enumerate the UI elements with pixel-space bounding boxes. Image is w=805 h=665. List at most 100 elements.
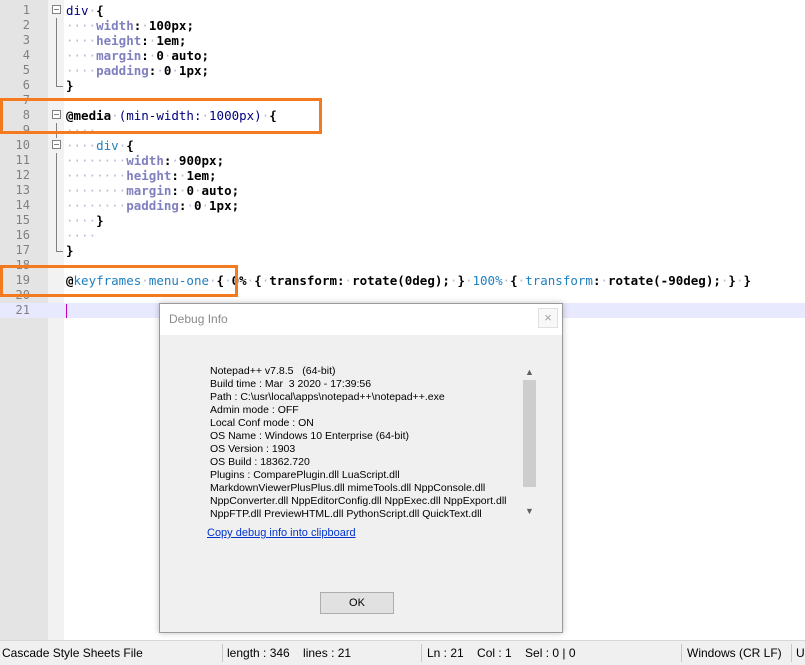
code-token: ; (231, 198, 240, 213)
line-number: 11 (15, 153, 30, 167)
fold-guide (56, 33, 57, 48)
code-token: } (457, 273, 465, 288)
code-text[interactable]: ········height:·1em; (66, 168, 217, 183)
code-text[interactable]: ········width:·900px; (66, 153, 224, 168)
code-token: 100px (148, 18, 187, 33)
code-text[interactable]: ········padding:·0·1px; (66, 198, 239, 213)
debug-info-text-box[interactable]: Notepad++ v7.8.5 (64-bit) Build time : M… (203, 362, 539, 522)
dialog-title: Debug Info (169, 312, 228, 326)
fold-toggle-icon[interactable] (52, 140, 61, 149)
line-number: 14 (15, 198, 30, 212)
fold-guide (56, 228, 57, 243)
code-token: 0 (156, 48, 164, 63)
code-line[interactable]: 1 div·{ (0, 3, 805, 18)
code-text[interactable]: ····} (66, 213, 104, 228)
code-text[interactable]: ····margin:·0·auto; (66, 48, 209, 63)
code-token: padding (126, 198, 179, 213)
status-eol[interactable]: Windows (CR LF) (687, 646, 782, 660)
line-number: 1 (22, 3, 30, 17)
line-number: 12 (15, 168, 30, 182)
scroll-up-icon[interactable]: ▲ (521, 365, 538, 379)
copy-to-clipboard-link[interactable]: Copy debug info into clipboard (207, 527, 356, 539)
status-separator (681, 644, 682, 662)
code-token: · (88, 3, 97, 18)
code-token: ; (209, 168, 217, 183)
code-token: ········ (66, 168, 127, 183)
dialog-titlebar[interactable]: Debug Info × (160, 304, 562, 335)
fold-guide (56, 168, 57, 183)
code-line[interactable]: 13 ········margin:·0·auto; (0, 183, 805, 198)
code-line[interactable]: 14 ········padding:·0·1px; (0, 198, 805, 213)
code-text[interactable]: div·{ (66, 3, 104, 18)
code-line[interactable]: 16 ···· (0, 228, 805, 243)
code-text[interactable]: ········margin:·0·auto; (66, 183, 239, 198)
code-token: } (96, 213, 104, 228)
code-line[interactable]: 10 ····div·{ (0, 138, 805, 153)
code-token: auto (171, 48, 202, 63)
code-token: · (502, 273, 511, 288)
code-line[interactable]: 15 ····} (0, 213, 805, 228)
code-line[interactable]: 17} (0, 243, 805, 258)
code-token: · (171, 153, 179, 168)
status-language: Cascade Style Sheets File (2, 646, 143, 660)
code-token: } (66, 243, 74, 258)
fold-toggle-icon[interactable] (52, 5, 61, 14)
code-token: { (254, 273, 262, 288)
ok-button[interactable]: OK (320, 592, 394, 614)
code-token: { (510, 273, 518, 288)
close-icon[interactable]: × (538, 308, 558, 328)
code-token: padding (96, 63, 149, 78)
text-caret (66, 304, 67, 318)
code-token: ···· (66, 213, 97, 228)
code-text[interactable]: ····div·{ (66, 138, 134, 153)
code-line[interactable]: 5 ····padding:·0·1px; (0, 63, 805, 78)
code-line[interactable]: 3 ····height:·1em; (0, 33, 805, 48)
info-scrollbar[interactable]: ▲ ▼ (521, 362, 538, 522)
status-bar: Cascade Style Sheets File length : 346 l… (0, 640, 805, 665)
line-number: 6 (22, 78, 30, 92)
code-line[interactable]: 6} (0, 78, 805, 93)
code-token: } (743, 273, 752, 288)
line-number: 13 (15, 183, 30, 197)
highlight-box-keyframes (0, 265, 238, 297)
code-token: : (171, 168, 179, 183)
code-token: div (66, 3, 89, 18)
fold-guide (56, 48, 57, 63)
code-token: ; (201, 63, 210, 78)
code-token: ; (713, 273, 721, 288)
code-token: · (344, 273, 353, 288)
code-token: 1px (209, 198, 232, 213)
status-encoding[interactable]: U (796, 646, 805, 660)
scroll-down-icon[interactable]: ▼ (521, 504, 538, 518)
code-token: auto (201, 183, 232, 198)
code-line[interactable]: 4 ····margin:·0·auto; (0, 48, 805, 63)
code-text[interactable]: } (66, 243, 74, 258)
code-text[interactable]: } (66, 78, 74, 93)
code-token: · (171, 63, 179, 78)
code-text[interactable]: ····padding:·0·1px; (66, 63, 209, 78)
code-token: · (193, 183, 202, 198)
code-token: 1em (186, 168, 210, 183)
code-token: 1px (178, 63, 202, 78)
code-line[interactable]: 2 ····width:·100px; (0, 18, 805, 33)
code-line[interactable]: 12 ········height:·1em; (0, 168, 805, 183)
code-token: } (66, 78, 74, 93)
code-token: : (171, 183, 179, 198)
code-token: ········ (66, 153, 127, 168)
code-text[interactable]: ····height:·1em; (66, 33, 186, 48)
code-text[interactable]: ···· (66, 228, 96, 243)
status-separator (791, 644, 792, 662)
code-token: · (600, 273, 608, 288)
code-token: 100% (472, 273, 503, 288)
code-token: height (126, 168, 172, 183)
fold-guide (56, 63, 57, 78)
code-token: { (126, 138, 134, 153)
code-token: ········ (66, 198, 127, 213)
line-number: 17 (15, 243, 30, 257)
code-text[interactable]: ····width:·100px; (66, 18, 194, 33)
code-token: 0 (193, 198, 202, 213)
code-line[interactable]: 11 ········width:·900px; (0, 153, 805, 168)
code-token: rotate(-90deg) (608, 273, 714, 288)
status-length: length : 346 lines : 21 (227, 646, 352, 660)
scroll-thumb[interactable] (523, 380, 536, 487)
